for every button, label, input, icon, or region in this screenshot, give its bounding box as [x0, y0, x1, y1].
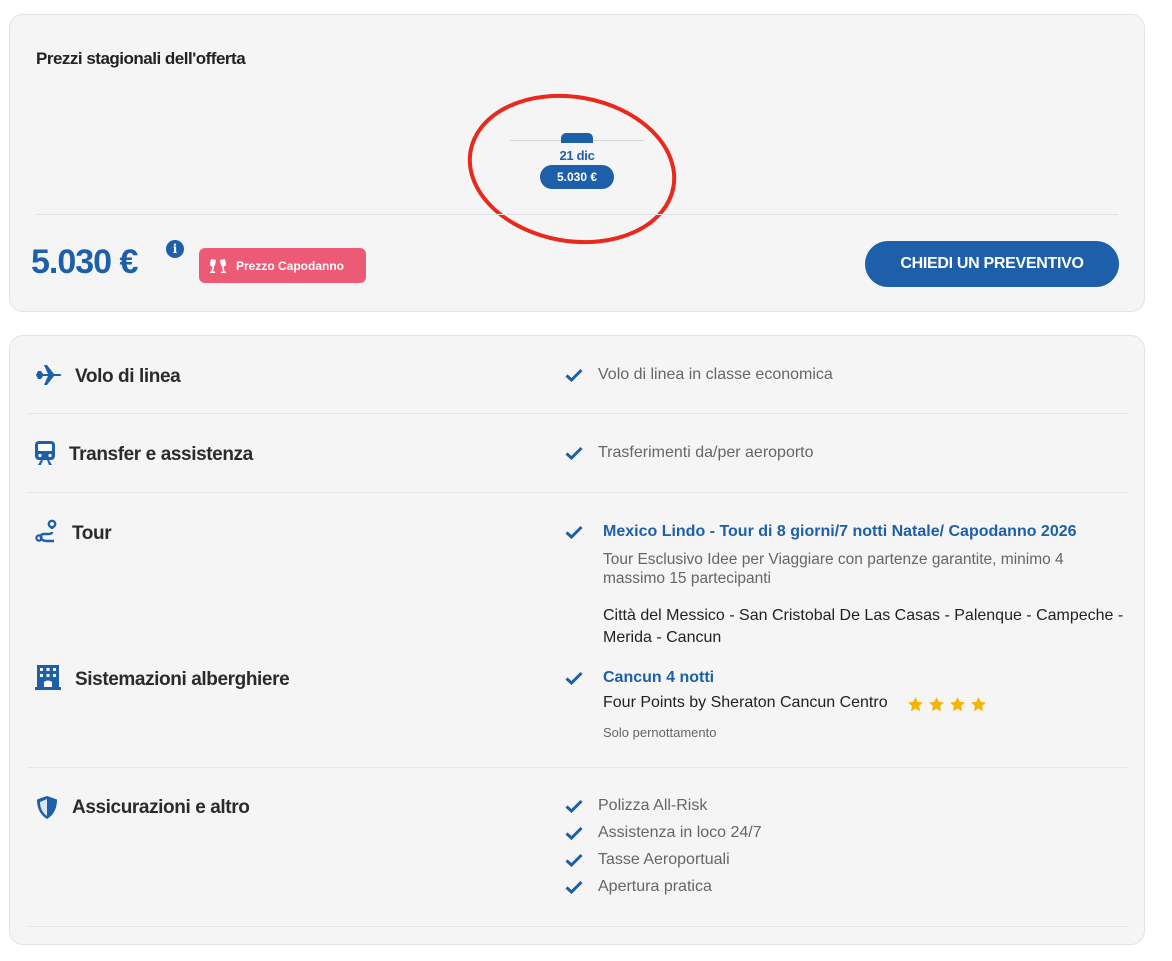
new-year-price-badge: Prezzo Capodanno [199, 248, 366, 283]
hotel-rating [907, 696, 987, 713]
route-icon [35, 519, 59, 543]
shield-icon [36, 794, 58, 820]
tour-label: Tour [72, 523, 112, 544]
calendar-date-bar[interactable] [561, 133, 593, 143]
insurance-label: Assicurazioni e altro [72, 797, 250, 818]
champagne-glasses-icon [210, 258, 226, 273]
info-icon[interactable]: i [166, 240, 184, 258]
plane-icon [34, 363, 64, 387]
row-separator [28, 492, 1128, 493]
seasonal-prices-card: Prezzi stagionali dell'offerta 21 dic 5.… [9, 14, 1145, 312]
tour-route: Città del Messico - San Cristobal De Las… [603, 607, 1124, 646]
insurance-item: Polizza All-Risk [598, 797, 708, 814]
badge-label: Prezzo Capodanno [236, 258, 345, 273]
hotel-label: Sistemazioni alberghiere [75, 669, 290, 690]
price-divider [36, 214, 1118, 215]
row-separator [28, 413, 1128, 414]
tour-description: Tour Esclusivo Idee per Viaggiare con pa… [603, 551, 1064, 587]
check-icon [565, 853, 583, 867]
check-icon [565, 799, 583, 813]
insurance-item: Tasse Aeroportuali [598, 851, 730, 868]
train-icon [34, 439, 56, 467]
check-icon [565, 368, 583, 382]
check-icon [565, 826, 583, 840]
request-quote-button[interactable]: CHIEDI UN PREVENTIVO [865, 241, 1119, 287]
total-price: 5.030 € [31, 243, 138, 281]
row-separator [28, 767, 1128, 768]
star-icon [950, 697, 965, 712]
flight-label: Volo di linea [75, 366, 181, 387]
insurance-item: Assistenza in loco 24/7 [598, 824, 762, 841]
tour-link[interactable]: Mexico Lindo - Tour di 8 giorni/7 notti … [603, 523, 1077, 541]
check-icon [565, 671, 583, 685]
hotel-board: Solo pernottamento [603, 725, 717, 740]
check-icon [565, 446, 583, 460]
flight-text: Volo di linea in classe economica [598, 366, 833, 383]
star-icon [929, 697, 944, 712]
hotel-stay-link[interactable]: Cancun 4 notti [603, 669, 714, 687]
star-icon [908, 697, 923, 712]
star-icon [971, 697, 986, 712]
seasonal-prices-title: Prezzi stagionali dell'offerta [36, 49, 246, 68]
check-icon [565, 525, 583, 539]
hotel-icon [34, 663, 62, 691]
calendar-date[interactable]: 21 dic [527, 148, 627, 163]
transfer-text: Trasferimenti da/per aeroporto [598, 444, 814, 461]
hotel-name: Four Points by Sheraton Cancun Centro [603, 694, 888, 711]
insurance-item: Apertura pratica [598, 878, 712, 895]
row-separator [28, 926, 1128, 927]
offer-features-card: Volo di linea Volo di linea in classe ec… [9, 335, 1145, 945]
calendar-price-pill[interactable]: 5.030 € [540, 165, 614, 189]
check-icon [565, 880, 583, 894]
transfer-label: Transfer e assistenza [69, 444, 253, 465]
